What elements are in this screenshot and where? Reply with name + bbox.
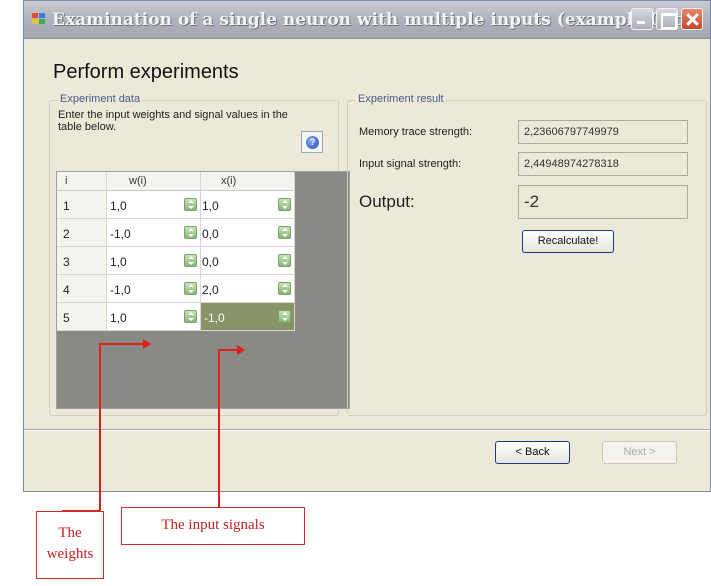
output-field: -2	[518, 185, 688, 219]
row-index-cell: 4	[57, 275, 107, 303]
memory-trace-label: Memory trace strength:	[359, 126, 473, 138]
row-index-cell: 1	[57, 191, 107, 219]
experiment-result-legend: Experiment result	[356, 93, 446, 105]
signal-value: 0,0	[202, 227, 219, 241]
signals-arrow-icon	[237, 345, 245, 355]
weight-cell[interactable]: 1,0	[107, 303, 201, 331]
spinner-icon[interactable]	[278, 198, 291, 211]
spinner-icon[interactable]	[278, 282, 291, 295]
table-row: 2 -1,0 0,0	[57, 219, 295, 247]
output-label: Output:	[359, 192, 415, 211]
weight-cell[interactable]: 1,0	[107, 247, 201, 275]
signal-cell[interactable]: 2,0	[201, 275, 295, 303]
grid-header: i w(i) x(i)	[57, 172, 295, 191]
table-row: 3 1,0 0,0	[57, 247, 295, 275]
weight-value: -1,0	[110, 283, 131, 297]
column-header-w[interactable]: w(i)	[107, 172, 201, 191]
instructions-text: Enter the input weights and signal value…	[58, 109, 288, 133]
weight-cell[interactable]: -1,0	[107, 275, 201, 303]
minimize-button[interactable]	[631, 8, 653, 30]
back-button[interactable]: < Back	[495, 441, 570, 464]
weight-cell[interactable]: -1,0	[107, 219, 201, 247]
signal-value: 2,0	[202, 283, 219, 297]
column-header-x[interactable]: x(i)	[201, 172, 295, 191]
table-row: 5 1,0 -1,0	[57, 303, 295, 331]
close-button[interactable]	[681, 8, 703, 30]
weight-value: -1,0	[110, 227, 131, 241]
next-button[interactable]: Next >	[602, 441, 677, 464]
signal-value: -1,0	[204, 311, 225, 325]
weight-value: 1,0	[110, 311, 127, 325]
recalculate-button[interactable]: Recalculate!	[522, 230, 614, 253]
weights-arrow-line	[99, 343, 101, 511]
input-signal-label: Input signal strength:	[359, 158, 462, 170]
signal-cell[interactable]: 0,0	[201, 247, 295, 275]
signals-arrow-line	[218, 349, 220, 507]
spinner-icon[interactable]	[278, 226, 291, 239]
footer-divider	[24, 429, 710, 431]
spinner-icon[interactable]	[184, 282, 197, 295]
row-index-cell: 3	[57, 247, 107, 275]
input-signal-field: 2,44948974278318	[518, 152, 688, 176]
weight-cell[interactable]: 1,0	[107, 191, 201, 219]
row-index-cell: 5	[57, 303, 107, 331]
spinner-icon[interactable]	[278, 310, 291, 323]
signal-cell[interactable]: 0,0	[201, 219, 295, 247]
spinner-icon[interactable]	[184, 310, 197, 323]
memory-trace-field: 2,23606797749979	[518, 120, 688, 144]
signals-arrow-head-line	[218, 349, 238, 351]
signal-value: 0,0	[202, 255, 219, 269]
question-icon: ?	[306, 136, 319, 149]
title-bar[interactable]: Examination of a single neuron with mult…	[24, 1, 710, 39]
spinner-icon[interactable]	[184, 254, 197, 267]
weight-value: 1,0	[110, 199, 127, 213]
signal-cell[interactable]: 1,0	[201, 191, 295, 219]
dialog-window: Examination of a single neuron with mult…	[23, 0, 711, 492]
weight-value: 1,0	[110, 255, 127, 269]
column-header-i[interactable]: i	[57, 172, 107, 191]
row-index-cell: 2	[57, 219, 107, 247]
help-button[interactable]: ?	[301, 131, 323, 153]
app-icon	[32, 13, 46, 25]
weights-annotation: The weights	[36, 511, 104, 579]
signal-value: 1,0	[202, 199, 219, 213]
weights-arrow-icon	[143, 339, 151, 349]
window-title: Examination of a single neuron with mult…	[52, 10, 692, 30]
experiment-data-legend: Experiment data	[58, 93, 143, 105]
page-title: Perform experiments	[53, 61, 239, 83]
spinner-icon[interactable]	[184, 226, 197, 239]
input-signals-annotation: The input signals	[121, 507, 305, 545]
experiment-result-group: Experiment result Memory trace strength:…	[347, 93, 707, 416]
signal-cell[interactable]: -1,0	[201, 303, 295, 331]
spinner-icon[interactable]	[184, 198, 197, 211]
weights-arrow-head-line	[99, 343, 144, 345]
table-row: 4 -1,0 2,0	[57, 275, 295, 303]
spinner-icon[interactable]	[278, 254, 291, 267]
maximize-button[interactable]	[656, 8, 678, 30]
table-row: 1 1,0 1,0	[57, 191, 295, 219]
